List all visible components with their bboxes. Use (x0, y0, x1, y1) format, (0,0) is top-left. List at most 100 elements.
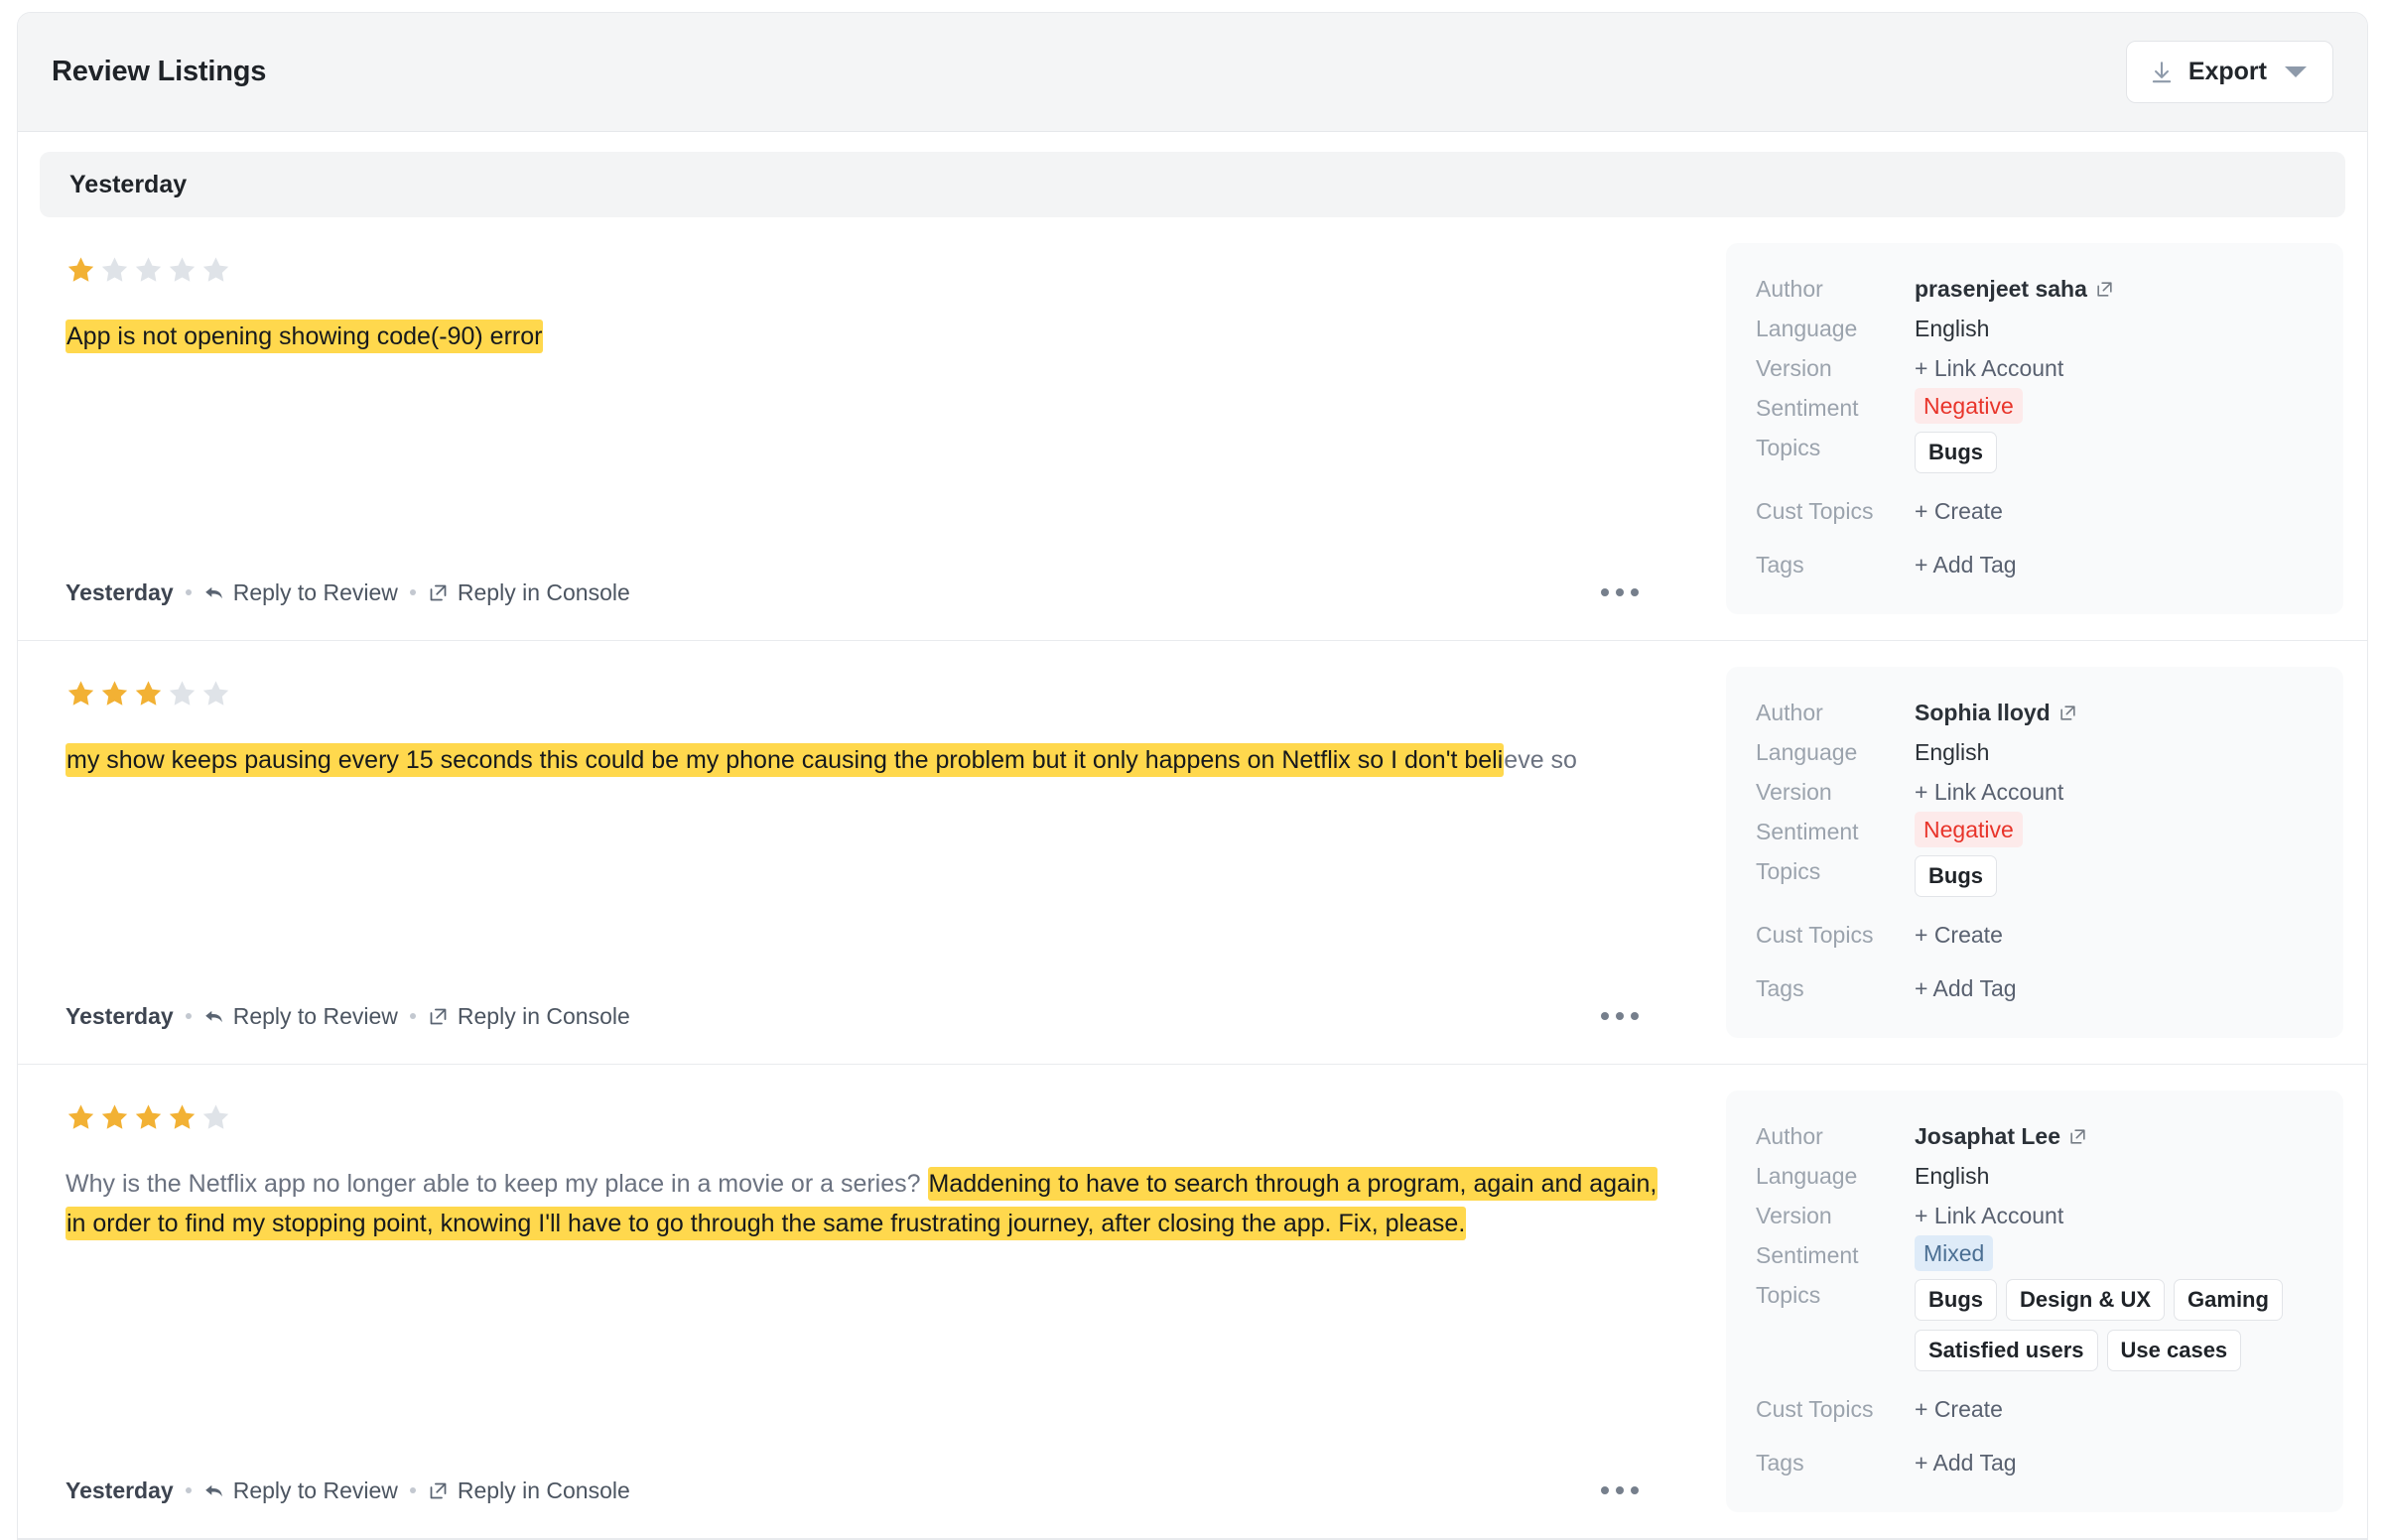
review-actions: Yesterday Reply to Review Reply in Conso… (66, 1003, 630, 1030)
metadata-label-author: Author (1756, 1123, 1823, 1149)
star-empty-icon (200, 679, 231, 708)
metadata-value-version[interactable]: + Link Account (1915, 772, 2314, 812)
star-empty-icon (167, 255, 198, 285)
metadata-label-topics: Topics (1756, 435, 1821, 460)
reply-to-review-link[interactable]: Reply to Review (203, 579, 398, 606)
separator-dot (409, 1013, 416, 1019)
download-icon (2149, 60, 2175, 85)
plain-text: eve so (1504, 746, 1577, 774)
star-filled-icon (99, 679, 130, 708)
metadata-value-topics: Bugs (1915, 851, 2314, 901)
review-row-1: App is not opening showing code(-90) err… (18, 217, 2367, 641)
metadata-label-language: Language (1756, 316, 1858, 341)
review-side: Author prasenjeet saha Language English Vers… (1726, 217, 2367, 640)
topic-chip[interactable]: Gaming (2174, 1279, 2283, 1321)
review-text: App is not opening showing code(-90) err… (66, 317, 1673, 578)
metadata-label-language: Language (1756, 1163, 1858, 1189)
group-section: Yesterday (18, 132, 2367, 217)
metadata-value-version[interactable]: + Link Account (1915, 348, 2314, 388)
more-actions-button[interactable] (1591, 1002, 1649, 1030)
reply-arrow-icon (203, 1480, 224, 1501)
dot (1601, 1012, 1609, 1020)
export-button[interactable]: Export (2125, 41, 2333, 103)
reply-in-console-link[interactable]: Reply in Console (428, 579, 630, 606)
review-main: Why is the Netflix app no longer able to… (18, 1065, 1726, 1538)
topic-chip-row: Bugs Design & UX Gaming Satisfied users Use … (1915, 1275, 2314, 1375)
metadata-value-tags[interactable]: + Add Tag (1915, 1443, 2314, 1482)
reply-to-review-label: Reply to Review (232, 1476, 398, 1503)
review-timestamp: Yesterday (66, 578, 174, 605)
sentiment-badge: Negative (1915, 388, 2023, 424)
external-link-icon[interactable] (2095, 280, 2114, 299)
review-text: Why is the Netflix app no longer able to… (66, 1164, 1673, 1476)
metadata-value-sentiment: Negative (1915, 812, 2314, 847)
metadata-value-author[interactable]: prasenjeet saha (1915, 269, 2314, 309)
topic-chip[interactable]: Use cases (2106, 1330, 2242, 1371)
metadata-value-language: English (1915, 1163, 1990, 1189)
topic-chip[interactable]: Bugs (1915, 1279, 1997, 1321)
metadata-label-language: Language (1756, 739, 1858, 765)
metadata-label-cust-topics: Cust Topics (1756, 922, 1874, 948)
topic-chip[interactable]: Satisfied users (1915, 1330, 2098, 1371)
metadata-value-version[interactable]: + Link Account (1915, 1196, 2314, 1235)
metadata-label-cust-topics: Cust Topics (1756, 498, 1874, 524)
review-metadata-panel: Author Sophia lloyd Language English Version… (1726, 667, 2343, 1038)
star-filled-icon (66, 1102, 96, 1132)
topic-chip[interactable]: Design & UX (2006, 1279, 2166, 1321)
metadata-label-version: Version (1756, 355, 1832, 381)
external-link-icon (428, 1006, 449, 1027)
more-actions-button[interactable] (1591, 578, 1649, 606)
metadata-label-author: Author (1756, 700, 1823, 725)
metadata-value-tags[interactable]: + Add Tag (1915, 545, 2314, 584)
metadata-value-author[interactable]: Josaphat Lee (1915, 1116, 2314, 1156)
metadata-value-topics: Bugs (1915, 428, 2314, 477)
review-listings-card: Review Listings Export Yesterday App is … (17, 12, 2368, 1540)
metadata-label-cust-topics: Cust Topics (1756, 1396, 1874, 1422)
star-filled-icon (133, 679, 164, 708)
metadata-value-author[interactable]: Sophia lloyd (1915, 693, 2314, 732)
metadata-value-cust-topics[interactable]: + Create (1915, 1389, 2314, 1429)
star-rating-1 (66, 255, 1686, 285)
star-filled-icon (133, 1102, 164, 1132)
dot (1631, 1012, 1639, 1020)
review-footer: Yesterday Reply to Review Reply in Conso… (66, 578, 1686, 640)
topic-chip-row: Bugs (1915, 428, 1997, 477)
metadata-value-sentiment: Negative (1915, 388, 2314, 424)
external-link-icon[interactable] (2068, 1127, 2087, 1146)
metadata-label-topics: Topics (1756, 858, 1821, 884)
topic-chip-row: Bugs (1915, 851, 1997, 901)
review-actions: Yesterday Reply to Review Reply in Conso… (66, 579, 630, 606)
metadata-label-sentiment: Sentiment (1756, 819, 1859, 844)
review-text: my show keeps pausing every 15 seconds t… (66, 740, 1673, 1002)
metadata-value-cust-topics[interactable]: + Create (1915, 491, 2314, 531)
metadata-label-version: Version (1756, 1203, 1832, 1228)
separator-dot (185, 589, 192, 595)
metadata-label-author: Author (1756, 276, 1823, 302)
reply-in-console-link[interactable]: Reply in Console (428, 1477, 630, 1504)
external-link-icon[interactable] (2058, 704, 2077, 722)
plain-text: Why is the Netflix app no longer able to… (66, 1170, 928, 1198)
reply-to-review-link[interactable]: Reply to Review (203, 1003, 398, 1030)
more-actions-button[interactable] (1591, 1476, 1649, 1504)
metadata-grid: Author prasenjeet saha Language English Vers… (1756, 269, 2314, 584)
group-header-label: Yesterday (69, 170, 188, 198)
dot (1631, 1486, 1639, 1494)
metadata-label-sentiment: Sentiment (1756, 1242, 1859, 1268)
metadata-value-cust-topics[interactable]: + Create (1915, 915, 2314, 955)
metadata-label-tags: Tags (1756, 1450, 1804, 1476)
review-main: App is not opening showing code(-90) err… (18, 217, 1726, 640)
reply-to-review-link[interactable]: Reply to Review (203, 1477, 398, 1504)
metadata-value-topics: Bugs Design & UX Gaming Satisfied users Use … (1915, 1275, 2314, 1375)
star-rating-3 (66, 679, 1686, 708)
review-metadata-panel: Author prasenjeet saha Language English Vers… (1726, 243, 2343, 614)
reply-to-review-label: Reply to Review (232, 578, 398, 605)
sentiment-badge: Negative (1915, 812, 2023, 847)
topic-chip[interactable]: Bugs (1915, 432, 1997, 473)
review-metadata-panel: Author Josaphat Lee Language English Version… (1726, 1091, 2343, 1512)
dot (1616, 588, 1624, 596)
reply-in-console-link[interactable]: Reply in Console (428, 1003, 630, 1030)
topic-chip[interactable]: Bugs (1915, 855, 1997, 897)
separator-dot (409, 1487, 416, 1493)
metadata-value-tags[interactable]: + Add Tag (1915, 968, 2314, 1008)
